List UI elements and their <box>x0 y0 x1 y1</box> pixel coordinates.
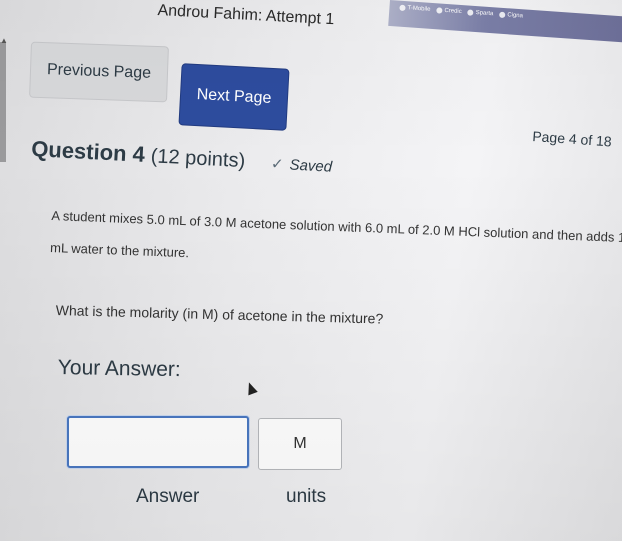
units-label: units <box>286 486 327 507</box>
quiz-screen: ▲ T-Mobile Credic Sparta Cigna Androu Fahim… <box>0 0 622 541</box>
answer-input[interactable] <box>67 416 249 468</box>
saved-status: Saved <box>289 156 333 176</box>
units-input[interactable] <box>258 418 342 470</box>
previous-page-button[interactable]: Previous Page <box>29 41 169 103</box>
next-page-button[interactable]: Next Page <box>178 63 290 131</box>
check-icon: ✓ <box>270 155 285 174</box>
your-answer-heading: Your Answer: <box>57 356 181 382</box>
answer-label: Answer <box>136 486 200 507</box>
question-points: (12 points) <box>150 145 246 173</box>
